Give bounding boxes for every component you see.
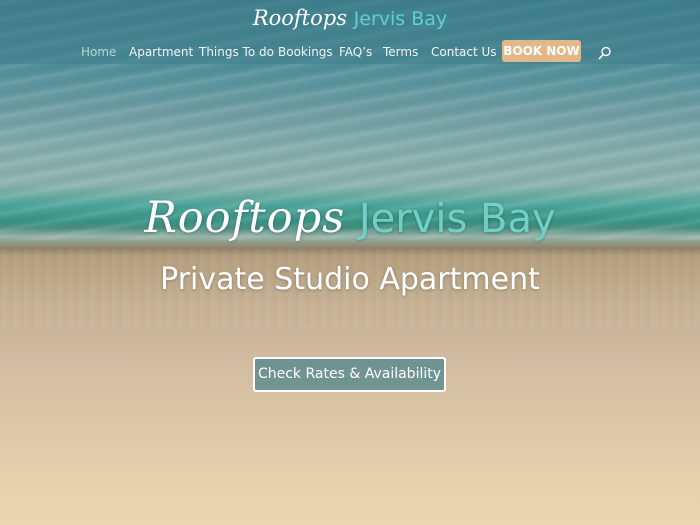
main-navigation: Home Apartment Things To do Bookings FAQ… <box>0 40 700 64</box>
check-rates-button[interactable]: Check Rates & Availability <box>253 357 446 392</box>
hero-title-script: Rooftops <box>144 193 346 243</box>
site-header: Rooftops Jervis Bay Home Apartment Thing… <box>0 0 700 64</box>
hero-subtitle: Private Studio Apartment <box>160 262 540 297</box>
hero-title: Rooftops Jervis Bay <box>0 188 700 249</box>
site-logo[interactable]: Rooftops Jervis Bay <box>0 5 700 32</box>
nav-item-contact-us[interactable]: Contact Us <box>431 45 497 59</box>
nav-item-things-to-do[interactable]: Things To do <box>199 45 274 59</box>
logo-script-text: Rooftops <box>252 6 347 30</box>
nav-item-faqs[interactable]: FAQ’s <box>339 45 372 59</box>
nav-item-home[interactable]: Home <box>81 45 116 59</box>
search-icon[interactable] <box>598 45 612 60</box>
hero-title-accent: Jervis Bay <box>358 196 556 242</box>
nav-item-apartment[interactable]: Apartment <box>129 45 193 59</box>
logo-accent-text: Jervis Bay <box>353 8 448 30</box>
search-icon-glyph <box>598 46 611 60</box>
nav-item-terms[interactable]: Terms <box>383 45 418 59</box>
book-now-button[interactable]: BOOK NOW <box>502 40 581 62</box>
nav-item-bookings[interactable]: Bookings <box>278 45 333 59</box>
